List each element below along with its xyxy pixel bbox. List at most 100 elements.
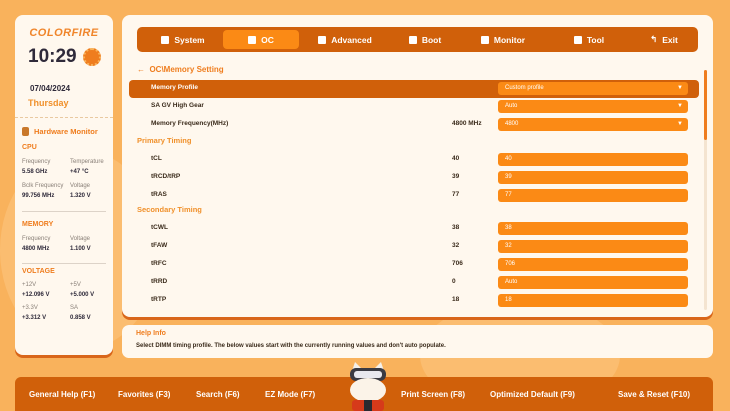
tab-boot[interactable]: Boot <box>391 30 459 49</box>
optimized-default-button[interactable]: Optimized Default (F9) <box>490 390 575 399</box>
current-value: 4800 MHz <box>452 120 482 127</box>
clock-time: 10:29 <box>28 46 77 67</box>
input-value: 706 <box>505 261 516 267</box>
setting-trcd-trp[interactable]: tRCD/tRP 39 39 <box>129 169 699 187</box>
tab-oc[interactable]: OC <box>223 30 299 49</box>
tab-monitor[interactable]: Monitor <box>459 30 547 49</box>
setting-trfc[interactable]: tRFC 706 706 <box>129 256 699 274</box>
timing-input[interactable]: Auto <box>498 276 688 289</box>
print-screen-button[interactable]: Print Screen (F8) <box>401 390 465 399</box>
cpu-temperature: +47 °C <box>70 169 89 175</box>
memory-frequency-dropdown[interactable]: 4800 ▼ <box>498 118 688 131</box>
breadcrumb: ← OC\Memory Setting <box>137 65 224 74</box>
current-value: 32 <box>452 242 460 249</box>
cpu-voltage-label: Voltage <box>70 183 91 189</box>
sa-gv-dropdown[interactable]: Auto ▼ <box>498 100 688 113</box>
castle-icon <box>318 35 327 44</box>
memory-title: MEMORY <box>22 221 54 228</box>
cpu-frequency: 5.58 GHz <box>22 169 48 175</box>
current-value: 77 <box>452 191 460 198</box>
settings-list: Memory Profile Custom profile ▼ SA GV Hig… <box>129 80 699 314</box>
gear-icon <box>83 48 101 66</box>
setting-trrd[interactable]: tRRD 0 Auto <box>129 274 699 292</box>
toolbox-icon <box>573 35 582 44</box>
clock-date: 07/04/2024 <box>30 84 71 93</box>
setting-tcl[interactable]: tCL 40 40 <box>129 151 699 169</box>
tab-label: Tool <box>586 34 605 45</box>
tab-label: Monitor <box>493 34 526 45</box>
setting-tras[interactable]: tRAS 77 77 <box>129 187 699 205</box>
v12-value: +12.096 V <box>22 292 50 298</box>
grid-icon <box>161 35 170 44</box>
input-value: 77 <box>505 192 512 198</box>
secondary-timing-header: Secondary Timing <box>137 205 202 214</box>
tab-label: Boot <box>421 34 442 45</box>
divider <box>15 117 113 118</box>
tab-exit[interactable]: ↰ Exit <box>631 30 697 49</box>
v5-value: +5.000 V <box>70 292 95 298</box>
chevron-down-icon: ▼ <box>677 121 683 127</box>
scrollbar[interactable] <box>704 70 707 310</box>
dropdown-value: Auto <box>505 103 518 109</box>
scrollbar-thumb[interactable] <box>704 70 707 140</box>
tab-system[interactable]: System <box>143 30 223 49</box>
timing-input[interactable]: 38 <box>498 222 688 235</box>
tab-label: Exit <box>662 34 678 45</box>
setting-memory-frequency[interactable]: Memory Frequency(MHz) 4800 MHz 4800 ▼ <box>129 116 699 134</box>
setting-memory-profile[interactable]: Memory Profile Custom profile ▼ <box>129 80 699 98</box>
current-value: 706 <box>452 260 463 267</box>
setting-tfaw[interactable]: tFAW 32 32 <box>129 238 699 256</box>
current-value: 40 <box>452 155 460 162</box>
dropdown-value: 4800 <box>505 121 519 127</box>
search-button[interactable]: Search (F6) <box>196 390 240 399</box>
current-value: 39 <box>452 173 460 180</box>
setting-tcwl[interactable]: tCWL 38 38 <box>129 220 699 238</box>
input-value: 38 <box>505 225 512 231</box>
save-reset-button[interactable]: Save & Reset (F10) <box>618 390 690 399</box>
help-title: Help Info <box>136 330 166 337</box>
input-value: Auto <box>505 279 518 285</box>
chevron-down-icon: ▼ <box>677 85 683 91</box>
rocket-icon <box>248 35 257 44</box>
input-value: 32 <box>505 243 512 249</box>
setting-label: tCWL <box>151 224 168 231</box>
setting-label: tCL <box>151 155 162 162</box>
bclk-value: 99.756 MHz <box>22 193 55 199</box>
voltage-title: VOLTAGE <box>22 268 55 275</box>
tab-advanced[interactable]: Advanced <box>299 30 391 49</box>
back-arrow-icon[interactable]: ← <box>137 65 145 74</box>
timing-input[interactable]: 40 <box>498 153 688 166</box>
general-help-button[interactable]: General Help (F1) <box>29 390 95 399</box>
sa-value: 0.858 V <box>70 315 91 321</box>
main-panel: System OC Advanced Boot Monitor Tool ↰ Ex… <box>122 15 713 317</box>
cpu-voltage: 1.320 V <box>70 193 91 199</box>
v12-label: +12V <box>22 282 37 288</box>
top-nav: System OC Advanced Boot Monitor Tool ↰ Ex… <box>137 27 698 52</box>
setting-sa-gv-high-gear[interactable]: SA GV High Gear Auto ▼ <box>129 98 699 116</box>
timing-input[interactable]: 18 <box>498 294 688 307</box>
tab-label: OC <box>261 34 274 45</box>
ez-mode-button[interactable]: EZ Mode (F7) <box>265 390 315 399</box>
memory-voltage: 1.100 V <box>70 246 91 252</box>
favorites-button[interactable]: Favorites (F3) <box>118 390 170 399</box>
setting-trtp[interactable]: tRTP 18 18 <box>129 292 699 310</box>
current-value: 0 <box>452 278 456 285</box>
timing-input[interactable]: 706 <box>498 258 688 271</box>
timing-input[interactable]: 39 <box>498 171 688 184</box>
timing-input[interactable]: 77 <box>498 189 688 202</box>
v5-label: +5V <box>70 282 81 288</box>
tab-label: System <box>174 34 205 45</box>
tab-tool[interactable]: Tool <box>547 30 631 49</box>
dropdown-value: Custom profile <box>505 85 544 91</box>
setting-label: tFAW <box>151 242 168 249</box>
setting-label: tRAS <box>151 191 167 198</box>
primary-timing-header: Primary Timing <box>137 136 192 145</box>
sa-label: SA <box>70 305 79 311</box>
setting-label: tRFC <box>151 260 167 267</box>
timing-input[interactable]: 32 <box>498 240 688 253</box>
tab-label: Advanced <box>331 34 372 45</box>
v33-label: +3.3V <box>22 305 38 311</box>
disk-icon <box>408 35 417 44</box>
memory-profile-dropdown[interactable]: Custom profile ▼ <box>498 82 688 95</box>
input-value: 39 <box>505 174 512 180</box>
